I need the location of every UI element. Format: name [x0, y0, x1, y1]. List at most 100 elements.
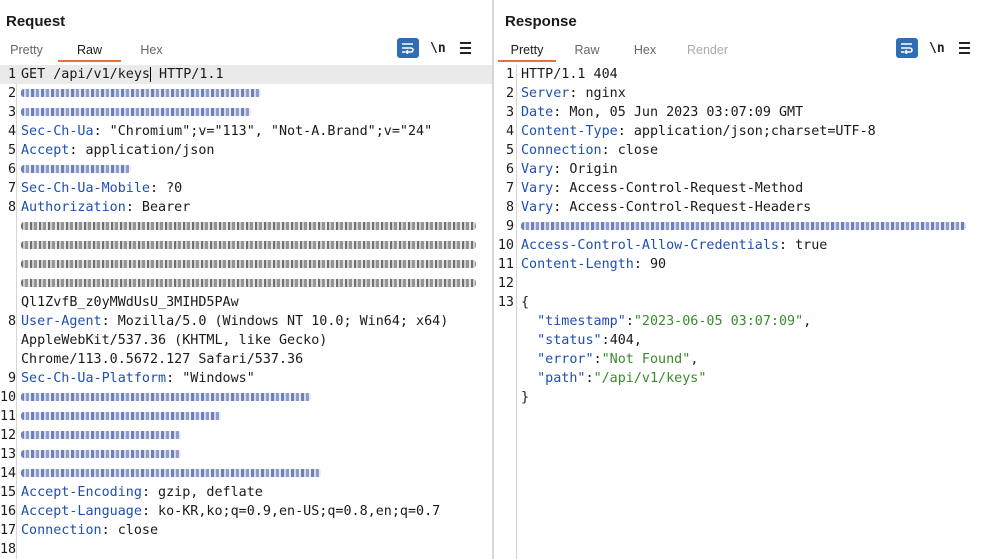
- header-name: Content-Length: [521, 257, 634, 272]
- line-number: 2: [7, 86, 16, 101]
- redacted-content: [21, 469, 321, 477]
- line-number: 1: [7, 67, 16, 82]
- response-tabs: Pretty Raw Hex Render: [498, 40, 740, 62]
- code-line: 12: [494, 274, 993, 293]
- code-line: 8 Authorization: Bearer: [0, 198, 492, 217]
- line-number: 13: [497, 295, 514, 310]
- code-line: 1 HTTP/1.1 404: [494, 65, 993, 84]
- request-editor[interactable]: 1 GET /api/v1/keys HTTP/1.1 2 3 4 Sec-Ch-Ua: …: [0, 65, 492, 559]
- code-line: "status":404,: [494, 331, 993, 350]
- code-line: 4 Content-Type: application/json;charset=…: [494, 122, 993, 141]
- header-name: Sec-Ch-Ua: [21, 124, 94, 139]
- json-trail: ,: [633, 333, 642, 348]
- redacted-content: [21, 260, 476, 268]
- line-number: 4: [505, 124, 514, 139]
- request-menu-button[interactable]: [459, 42, 471, 54]
- header-name: Connection: [521, 143, 602, 158]
- header-name: Vary: [521, 181, 554, 196]
- menu-icon-bar: [958, 52, 970, 54]
- line-number: 12: [497, 276, 514, 291]
- header-name: Accept-Encoding: [21, 485, 142, 500]
- code-line: 5 Accept: application/json: [0, 141, 492, 160]
- json-trail: ,: [803, 314, 812, 329]
- line-number: 13: [0, 447, 17, 462]
- line-content: [21, 217, 476, 236]
- line-content: {: [521, 293, 529, 312]
- code-line: 18: [0, 540, 492, 559]
- response-newline-toggle[interactable]: \n: [929, 41, 945, 56]
- code-line: [0, 217, 492, 236]
- response-tab-render[interactable]: Render: [675, 40, 740, 62]
- line-number: 11: [0, 409, 17, 424]
- code-line: 5 Connection: close: [494, 141, 993, 160]
- request-tab-raw[interactable]: Raw: [58, 40, 121, 62]
- code-line: "path":"/api/v1/keys": [494, 369, 993, 388]
- menu-icon-bar: [459, 42, 471, 44]
- response-tab-raw[interactable]: Raw: [558, 40, 616, 62]
- json-value: "/api/v1/keys": [593, 371, 707, 386]
- code-line: AppleWebKit/537.36 (KHTML, like Gecko): [0, 331, 492, 350]
- code-line: 14: [0, 464, 492, 483]
- response-tab-hex[interactable]: Hex: [620, 40, 670, 62]
- line-number: 8: [7, 314, 16, 329]
- code-line: 9 Sec-Ch-Ua-Platform: "Windows": [0, 369, 492, 388]
- json-value: 404: [609, 333, 634, 348]
- line-content: [21, 160, 131, 179]
- header-name: Authorization: [21, 200, 126, 215]
- line-content: [21, 464, 321, 483]
- line-content: [21, 445, 181, 464]
- line-content: [21, 84, 261, 103]
- header-value: : close: [601, 143, 659, 158]
- line-number: 3: [7, 105, 16, 120]
- line-content: Connection: close: [521, 141, 658, 160]
- code-line: [0, 236, 492, 255]
- plain-text: }: [521, 390, 530, 405]
- response-tab-pretty[interactable]: Pretty: [498, 40, 556, 62]
- header-value: : Access-Control-Request-Method: [553, 181, 804, 196]
- line-content: "path":"/api/v1/keys": [537, 371, 707, 386]
- request-tab-pretty[interactable]: Pretty: [0, 40, 53, 62]
- header-name: Content-Type: [521, 124, 618, 139]
- header-value: : gzip, deflate: [141, 485, 263, 500]
- response-editor[interactable]: 1 HTTP/1.1 404 2 Server: nginx 3 Date: Mon, 0…: [494, 65, 993, 559]
- redacted-content: [21, 393, 311, 401]
- line-content: Connection: close: [21, 521, 158, 540]
- line-content: AppleWebKit/537.36 (KHTML, like Gecko): [21, 331, 327, 350]
- header-value: : "Windows": [166, 371, 255, 386]
- redacted-content: [21, 108, 251, 116]
- line-content: HTTP/1.1 404: [521, 65, 618, 84]
- plain-text: {: [521, 295, 530, 310]
- response-menu-button[interactable]: [958, 42, 970, 54]
- line-number: 7: [7, 181, 16, 196]
- code-line: 7 Vary: Access-Control-Request-Method: [494, 179, 993, 198]
- line-number: 5: [505, 143, 514, 158]
- redacted-content: [521, 222, 966, 230]
- line-content: Chrome/113.0.5672.127 Safari/537.36: [21, 350, 303, 369]
- response-wrap-lines-button[interactable]: [896, 38, 918, 58]
- line-number: 18: [0, 542, 17, 557]
- plain-text: Chrome/113.0.5672.127 Safari/537.36: [21, 352, 304, 367]
- header-name: Server: [521, 86, 570, 101]
- code-line: 15 Accept-Encoding: gzip, deflate: [0, 483, 492, 502]
- header-value: : "Chromium";v="113", "Not-A.Brand";v="2…: [93, 124, 433, 139]
- line-number: 11: [497, 257, 514, 272]
- request-tab-hex[interactable]: Hex: [124, 40, 179, 62]
- line-content: Vary: Access-Control-Request-Method: [521, 179, 803, 198]
- redacted-content: [21, 279, 476, 287]
- request-toolbar: \n: [397, 38, 471, 58]
- line-content: Vary: Access-Control-Request-Headers: [521, 198, 811, 217]
- plain-text: HTTP/1.1 404: [521, 67, 618, 82]
- json-trail: ,: [690, 352, 699, 367]
- header-value: : 90: [633, 257, 667, 272]
- code-line: 4 Sec-Ch-Ua: "Chromium";v="113", "Not-A.B…: [0, 122, 492, 141]
- code-line: 8 User-Agent: Mozilla/5.0 (Windows NT 10.…: [0, 312, 492, 331]
- code-line: "timestamp":"2023-06-05 03:07:09",: [494, 312, 993, 331]
- request-wrap-lines-button[interactable]: [397, 38, 419, 58]
- menu-icon-bar: [459, 47, 471, 49]
- header-value: : Bearer: [125, 200, 191, 215]
- line-number: 8: [7, 200, 16, 215]
- header-name: Date: [521, 105, 554, 120]
- line-number: 4: [7, 124, 16, 139]
- request-newline-toggle[interactable]: \n: [430, 41, 446, 56]
- code-line: 2: [0, 84, 492, 103]
